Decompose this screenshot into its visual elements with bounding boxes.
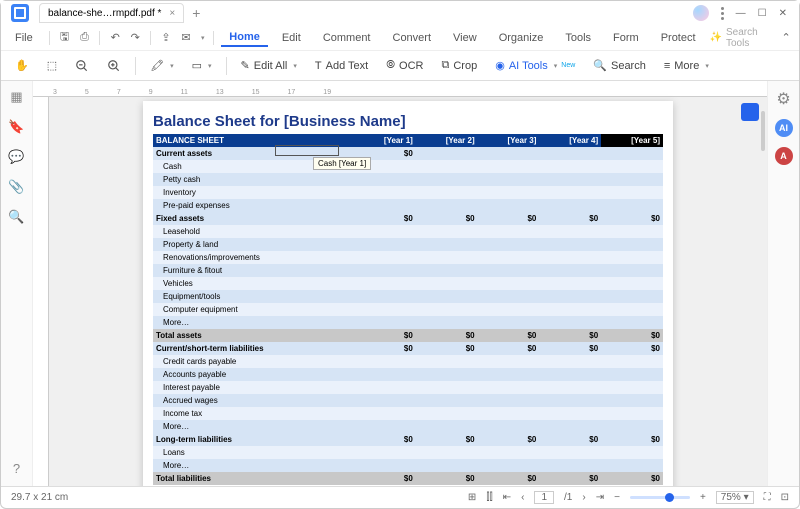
redo-icon[interactable]: ↷ (128, 30, 142, 46)
undo-icon[interactable]: ↶ (108, 30, 122, 46)
page-dimensions: 29.7 x 21 cm (11, 492, 68, 503)
menu-convert[interactable]: Convert (385, 30, 440, 46)
hand-tool[interactable]: ✋ (11, 57, 33, 74)
zoom-out-status[interactable]: − (614, 492, 620, 503)
ruler-vertical (33, 97, 49, 486)
menu-comment[interactable]: Comment (315, 30, 379, 46)
balance-sheet-table: BALANCE SHEET[Year 1][Year 2][Year 3][Ye… (153, 134, 663, 486)
menu-protect[interactable]: Protect (653, 30, 704, 46)
fit-width-icon[interactable]: ⛶ (764, 492, 771, 503)
share-icon[interactable]: ⇪ (159, 30, 173, 46)
close-tab-icon[interactable]: × (169, 8, 175, 19)
page-input[interactable]: 1 (534, 491, 554, 504)
comments-icon[interactable]: 💬 (8, 149, 24, 165)
shape-tool[interactable]: ▭▾ (188, 57, 216, 74)
fullscreen-icon[interactable]: ⊡ (781, 492, 789, 503)
page-total: /1 (564, 492, 572, 503)
read-mode-icon[interactable]: ⫿⫿ (486, 492, 492, 503)
zoom-slider[interactable] (630, 496, 690, 499)
attachments-icon[interactable]: 📎 (8, 179, 24, 195)
reflow-icon[interactable]: ⊞ (468, 492, 476, 503)
account-icon[interactable] (693, 5, 709, 21)
more-button[interactable]: ≡ More▾ (660, 58, 713, 74)
ocr-button[interactable]: ⦾ OCR (382, 57, 427, 74)
document-tab[interactable]: balance-she…rmpdf.pdf * × (39, 3, 184, 23)
save-icon[interactable]: 🖫 (58, 30, 72, 46)
chevron-down-icon[interactable]: ▾ (201, 34, 205, 42)
edit-all-button[interactable]: ✎ Edit All▾ (237, 57, 301, 74)
menu-tools[interactable]: Tools (557, 30, 599, 46)
add-tab-button[interactable]: + (192, 5, 200, 21)
menu-organize[interactable]: Organize (491, 30, 552, 46)
zoom-out-button[interactable] (71, 57, 93, 75)
zoom-in-button[interactable] (103, 57, 125, 75)
settings-icon[interactable]: ⚙ (776, 89, 790, 109)
search-tools[interactable]: ✨ Search Tools (710, 27, 768, 49)
print-icon[interactable]: ⎙ (78, 30, 92, 46)
ai-tools-button[interactable]: ◉ AI Tools▾New (491, 57, 579, 74)
minimize-button[interactable]: — (736, 8, 746, 19)
close-window-button[interactable]: ✕ (779, 8, 787, 19)
menu-file[interactable]: File (7, 30, 41, 46)
bookmarks-icon[interactable]: 🔖 (8, 119, 24, 135)
tab-title: balance-she…rmpdf.pdf * (48, 8, 161, 19)
ai-badge-icon[interactable]: AI (775, 119, 793, 137)
menu-form[interactable]: Form (605, 30, 647, 46)
more-menu-icon[interactable] (721, 7, 724, 20)
scrollbar-thumb[interactable] (761, 111, 765, 151)
prev-page-button[interactable]: ‹ (521, 492, 524, 503)
document-page: Balance Sheet for [Business Name] BALANC… (143, 101, 673, 486)
zoom-value[interactable]: 75% ▾ (716, 491, 754, 504)
cell-tooltip: Cash [Year 1] (313, 157, 371, 170)
zoom-in-status[interactable]: + (700, 492, 706, 503)
cell-selection[interactable] (275, 145, 339, 156)
a-badge-icon[interactable]: A (775, 147, 793, 165)
select-tool[interactable]: ⬚ (43, 57, 61, 74)
collapse-ribbon-icon[interactable]: ⌃ (779, 30, 793, 46)
search-button[interactable]: 🔍 Search (589, 57, 650, 74)
mail-icon[interactable]: ✉ (179, 30, 193, 46)
floating-share-icon[interactable] (741, 103, 759, 121)
page-title: Balance Sheet for [Business Name] (153, 113, 663, 130)
next-page-button[interactable]: › (582, 492, 585, 503)
help-icon[interactable]: ? (13, 461, 20, 476)
crop-button[interactable]: ⧉ Crop (438, 57, 482, 74)
highlighter-tool[interactable]: 🖍▾ (146, 57, 177, 74)
maximize-button[interactable]: ☐ (758, 8, 767, 19)
document-canvas[interactable]: 35791113151719 Balance Sheet for [Busine… (33, 81, 767, 486)
first-page-button[interactable]: ⇤ (503, 492, 511, 503)
search-panel-icon[interactable]: 🔍 (8, 209, 24, 225)
menu-view[interactable]: View (445, 30, 485, 46)
last-page-button[interactable]: ⇥ (596, 492, 604, 503)
menu-home[interactable]: Home (221, 29, 268, 47)
app-icon (11, 4, 29, 22)
thumbnails-icon[interactable]: ▦ (10, 89, 22, 105)
ruler-horizontal: 35791113151719 (33, 81, 767, 97)
menu-edit[interactable]: Edit (274, 30, 309, 46)
add-text-button[interactable]: T Add Text (311, 58, 372, 74)
